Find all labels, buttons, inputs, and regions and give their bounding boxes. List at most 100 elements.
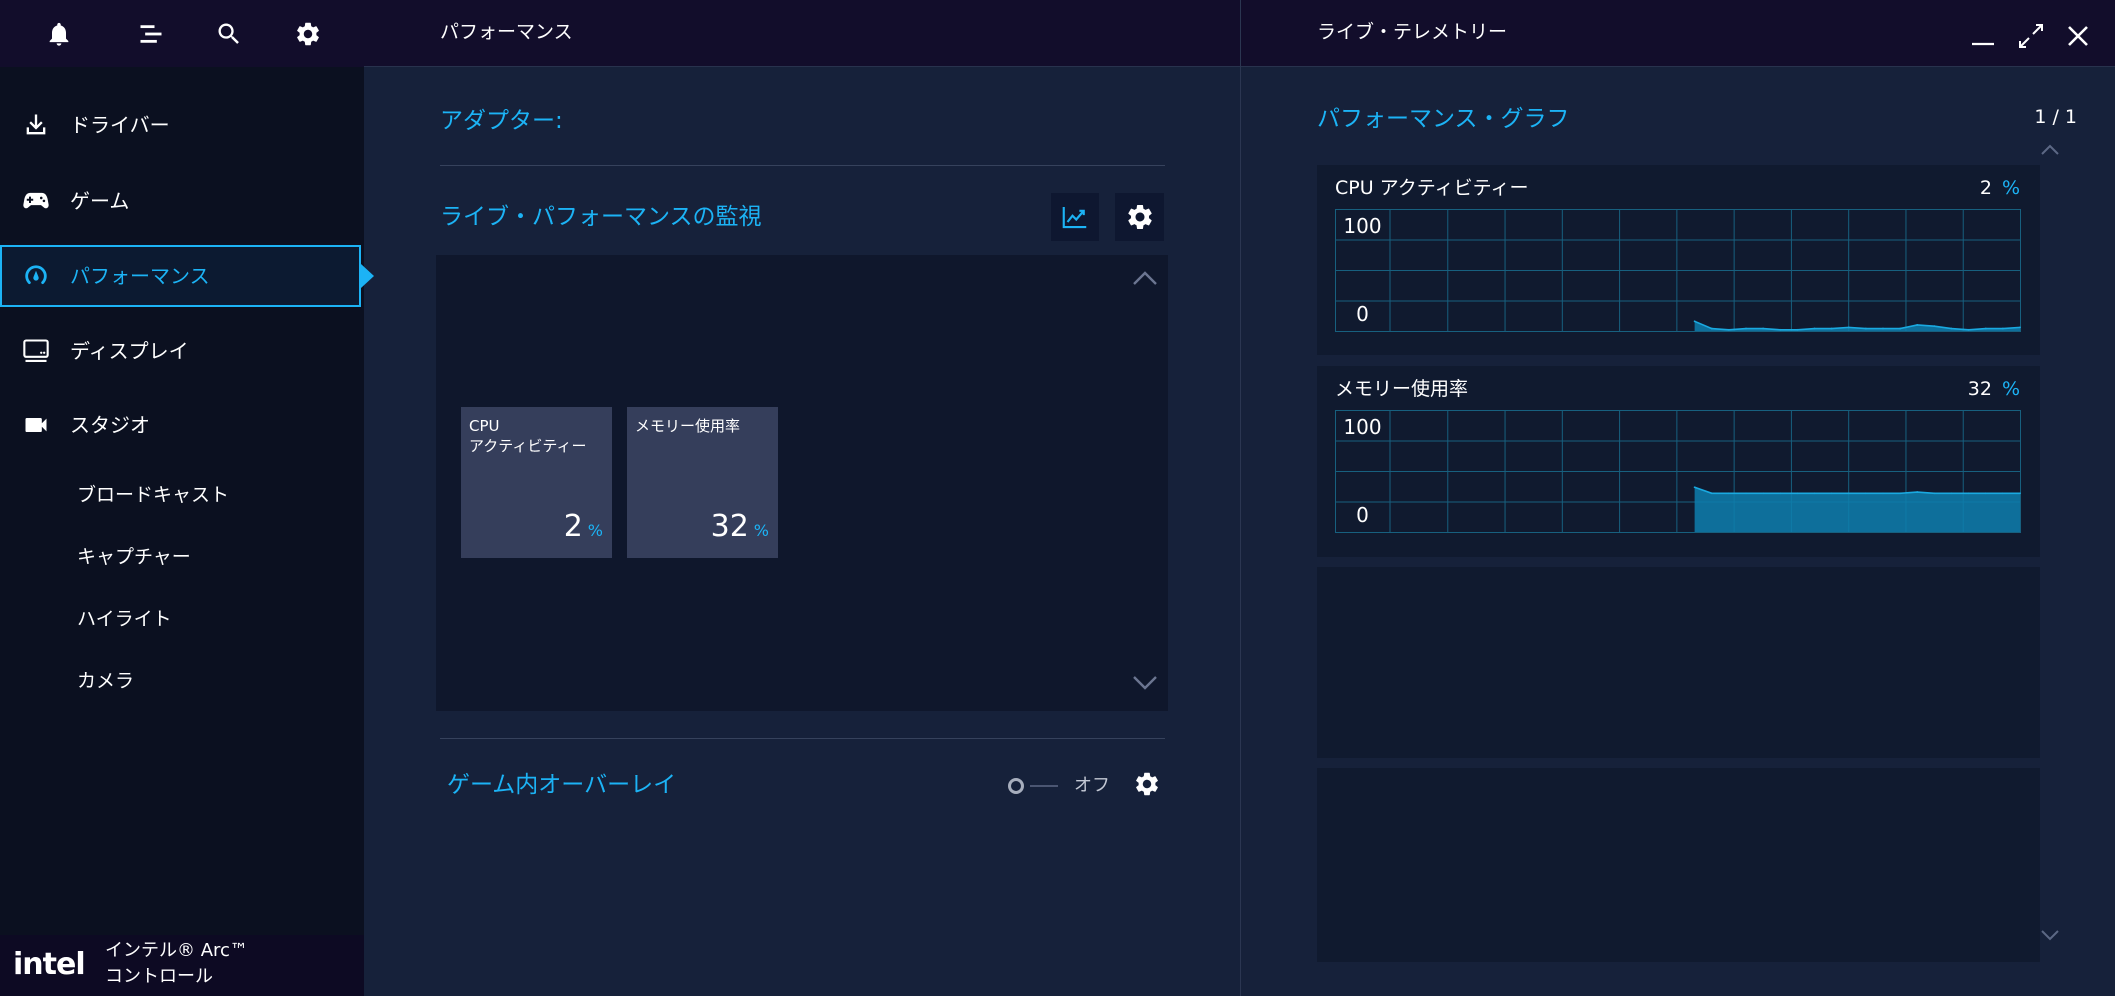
cpu-activity-graph: [1335, 209, 2021, 332]
app-window: パフォーマンス ライブ・テレメトリー ドライバー ゲーム パフォーマンス ディス…: [0, 0, 2115, 996]
download-icon: [22, 111, 50, 139]
graph-point: [1847, 326, 1850, 329]
tile-label-line: アクティビティー: [469, 437, 587, 455]
sidebar-item-performance[interactable]: パフォーマンス: [0, 245, 361, 307]
sidebar-item-label: ディスプレイ: [70, 339, 189, 363]
telemetry-title: ライブ・テレメトリー: [1317, 21, 1508, 43]
graph-point: [2001, 327, 2004, 330]
chart-view-button[interactable]: [1051, 193, 1099, 241]
search-icon[interactable]: [215, 20, 243, 48]
monitor-settings-button[interactable]: [1115, 193, 1164, 241]
graphs-scroll-down-chevron-icon[interactable]: [2040, 929, 2060, 941]
graph-point: [1727, 492, 1730, 495]
graphs-scroll-up-chevron-icon[interactable]: [2040, 144, 2060, 156]
tile-label: CPU アクティビティー: [469, 416, 586, 456]
sidebar-subitem-label: ハイライト: [77, 608, 172, 630]
y-axis-min-label: 0: [1356, 503, 1369, 527]
memory-usage-graph-card: メモリー使用率 32% 100 0: [1317, 366, 2040, 557]
tile-value-number: 2: [563, 509, 583, 544]
sidebar-item-studio[interactable]: スタジオ: [0, 394, 361, 456]
graph-point: [1710, 327, 1713, 330]
graph-point: [1779, 492, 1782, 495]
toggle-knob: [1008, 778, 1024, 794]
bell-icon[interactable]: [45, 20, 73, 48]
performance-gauge-icon: [22, 262, 50, 290]
video-camera-icon: [22, 411, 50, 439]
graph-card-empty: [1317, 768, 2040, 962]
graph-point: [1813, 492, 1816, 495]
in-game-overlay-title: ゲーム内オーバーレイ: [447, 772, 677, 798]
graph-point: [2019, 492, 2021, 495]
display-icon: [22, 337, 50, 365]
graph-point: [1864, 492, 1867, 495]
graph-current-value: 32%: [1968, 376, 2020, 402]
graph-point: [1796, 328, 1799, 331]
page-indicator: 1 / 1: [2034, 106, 2077, 128]
panel-divider: [1240, 0, 1241, 996]
cpu-activity-tile: CPU アクティビティー 2%: [461, 407, 612, 558]
graph-value-number: 32: [1967, 378, 1992, 400]
expand-icon[interactable]: [2016, 21, 2046, 51]
menu-icon[interactable]: [137, 20, 165, 48]
sidebar-subitem-capture[interactable]: キャプチャー: [0, 535, 361, 579]
gear-icon[interactable]: [1133, 770, 1161, 798]
graph-point: [1899, 492, 1902, 495]
chart-icon: [1060, 202, 1090, 232]
gear-icon: [1125, 202, 1155, 232]
sidebar-subitem-broadcast[interactable]: ブロードキャスト: [0, 473, 361, 517]
sidebar-item-label: ドライバー: [70, 113, 170, 137]
graph-value-number: 2: [1979, 177, 1992, 199]
graph-value-unit: %: [2001, 378, 2020, 400]
graph-point: [1967, 492, 1970, 495]
toggle-track: [1030, 785, 1058, 787]
graph-title: メモリー使用率: [1335, 378, 1469, 400]
graph-point: [1882, 492, 1884, 495]
graph-series-line: [1694, 320, 2021, 331]
graph-point: [1745, 327, 1747, 330]
sidebar-item-display[interactable]: ディスプレイ: [0, 320, 361, 382]
gamepad-icon: [22, 187, 50, 215]
graph-point: [1950, 492, 1953, 495]
scroll-down-chevron-icon[interactable]: [1132, 675, 1158, 691]
graph-area: 100 0: [1335, 209, 2021, 332]
cpu-activity-graph-card: CPU アクティビティー 2% 100 0: [1317, 165, 2040, 355]
graph-point: [1779, 328, 1782, 331]
memory-usage-graph: [1335, 410, 2021, 533]
graph-point: [1813, 327, 1816, 330]
graph-point: [1710, 492, 1713, 495]
overlay-toggle[interactable]: [1008, 777, 1060, 795]
tile-value: 32%: [711, 508, 769, 550]
y-axis-max-label: 100: [1343, 415, 1382, 439]
live-monitor-title: ライブ・パフォーマンスの監視: [440, 204, 762, 230]
gear-icon[interactable]: [294, 20, 322, 48]
tile-value-unit: %: [587, 521, 603, 540]
tile-value-unit: %: [753, 521, 769, 540]
sidebar-item-label: スタジオ: [70, 413, 150, 437]
tile-label-line: CPU: [469, 417, 500, 435]
graph-point: [1984, 492, 1987, 495]
graph-point: [1796, 492, 1799, 495]
divider: [440, 738, 1165, 739]
scroll-up-chevron-icon[interactable]: [1132, 270, 1158, 286]
graph-point: [1933, 492, 1936, 495]
graph-title: CPU アクティビティー: [1335, 177, 1529, 199]
sidebar-item-game[interactable]: ゲーム: [0, 170, 361, 232]
page-title: パフォーマンス: [440, 21, 573, 43]
graph-value-unit: %: [2001, 177, 2020, 199]
tile-value-number: 32: [710, 509, 749, 544]
graph-point: [1967, 328, 1970, 331]
graph-point: [1847, 492, 1850, 495]
memory-usage-tile: メモリー使用率 32%: [627, 407, 778, 558]
minimize-icon[interactable]: [1968, 21, 1998, 51]
close-icon[interactable]: [2063, 21, 2093, 51]
brand-product: コントロール: [105, 966, 213, 987]
graph-current-value: 2%: [1980, 175, 2020, 201]
sidebar-item-label: パフォーマンス: [70, 264, 210, 288]
sidebar-item-driver[interactable]: ドライバー: [0, 94, 361, 156]
sidebar-subitem-camera[interactable]: カメラ: [0, 659, 361, 703]
graph-card-empty: [1317, 567, 2040, 758]
brand-name: インテル® Arc™: [105, 940, 248, 961]
sidebar-subitem-highlight[interactable]: ハイライト: [0, 597, 361, 641]
graph-point: [1950, 327, 1953, 330]
graph-point: [1864, 327, 1867, 330]
